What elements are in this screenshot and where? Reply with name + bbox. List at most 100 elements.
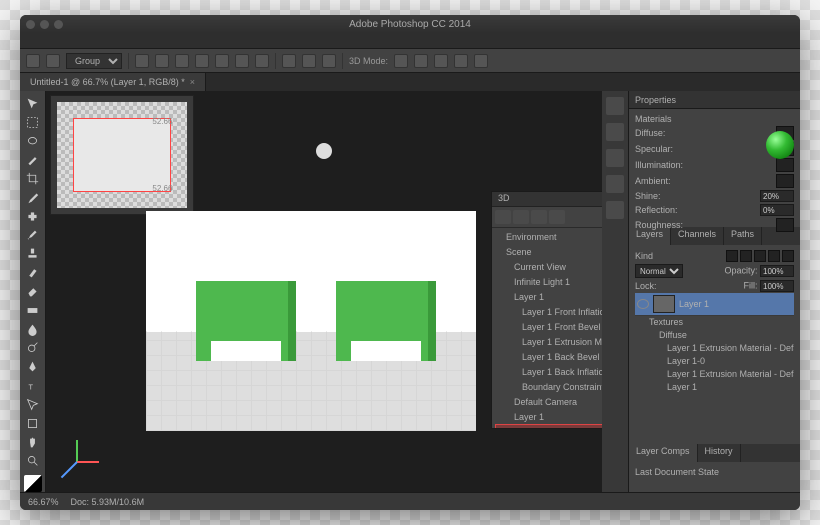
pan3d-icon[interactable] <box>434 54 448 68</box>
lasso-tool[interactable] <box>23 133 43 150</box>
texture-item[interactable]: Layer 1 Extrusion Material - Defaul... <box>649 368 794 381</box>
filter-material-icon[interactable] <box>531 210 547 224</box>
scale3d-icon[interactable] <box>474 54 488 68</box>
filter-adjust-icon[interactable] <box>740 250 752 262</box>
texture-item[interactable]: Layer 1 Extrusion Material - Defaul... <box>649 342 794 355</box>
opacity-input[interactable] <box>760 265 794 277</box>
filter-all-icon[interactable] <box>495 210 511 224</box>
3d-tree-item[interactable]: Boundary Constraint 1 <box>496 380 602 395</box>
adjustments-dock-icon[interactable] <box>606 149 624 167</box>
zoom-level[interactable]: 66.67% <box>28 497 59 507</box>
navigator-viewbox[interactable] <box>73 118 172 192</box>
styles-dock-icon[interactable] <box>606 175 624 193</box>
crop-tool[interactable] <box>23 170 43 187</box>
distribute-icon[interactable] <box>322 54 336 68</box>
align-center-icon[interactable] <box>175 54 189 68</box>
group-select[interactable]: Group <box>66 53 122 69</box>
fill-input[interactable] <box>760 280 794 292</box>
rotate3d-icon[interactable] <box>394 54 408 68</box>
3d-tree-item[interactable]: Layer 1 Front Inflation Material 1 <box>496 425 602 428</box>
filter-pixel-icon[interactable] <box>726 250 738 262</box>
3d-tree-item[interactable]: Infinite Light 1 <box>496 275 602 290</box>
roughness-swatch[interactable] <box>776 218 794 232</box>
stamp-tool[interactable] <box>23 246 43 263</box>
tab-history[interactable]: History <box>698 444 741 462</box>
filter-type-icon[interactable] <box>754 250 766 262</box>
pen-tool[interactable] <box>23 358 43 375</box>
3d-tree-item[interactable]: Layer 1 <box>496 410 602 425</box>
align-left-icon[interactable] <box>155 54 169 68</box>
zoom-tool[interactable] <box>23 452 43 469</box>
align-right-icon[interactable] <box>195 54 209 68</box>
last-doc-state[interactable]: Last Document State <box>635 467 719 477</box>
shape-tool[interactable] <box>23 415 43 432</box>
eraser-tool[interactable] <box>23 283 43 300</box>
layer-thumb[interactable] <box>653 295 675 313</box>
distribute-icon[interactable] <box>282 54 296 68</box>
swatches-dock-icon[interactable] <box>606 123 624 141</box>
filter-shape-icon[interactable] <box>768 250 780 262</box>
auto-select-icon[interactable] <box>46 54 60 68</box>
3d-tree-item[interactable]: Layer 1 Front Inflation Material <box>496 305 602 320</box>
ambient-swatch[interactable] <box>776 174 794 188</box>
navigator-overlay[interactable] <box>50 95 194 215</box>
canvas-area[interactable]: 3D EnvironmentSceneCurrent ViewInfinite … <box>46 91 602 492</box>
3d-tree-item[interactable]: Layer 1 Back Bevel Material <box>496 350 602 365</box>
3d-viewport[interactable] <box>146 211 476 431</box>
layer-row[interactable]: Layer 1 <box>635 293 794 316</box>
move-tool[interactable] <box>23 95 43 112</box>
distribute-icon[interactable] <box>302 54 316 68</box>
axis-gizmo[interactable] <box>76 432 106 462</box>
roll3d-icon[interactable] <box>414 54 428 68</box>
3d-panel[interactable]: 3D EnvironmentSceneCurrent ViewInfinite … <box>491 191 602 429</box>
marquee-tool[interactable] <box>23 114 43 131</box>
heal-tool[interactable] <box>23 208 43 225</box>
document-tab[interactable]: Untitled-1 @ 66.7% (Layer 1, RGB/8) * × <box>20 73 206 91</box>
visibility-icon[interactable] <box>637 299 649 309</box>
shine-input[interactable] <box>760 190 794 202</box>
filter-light-icon[interactable] <box>549 210 565 224</box>
doc-size[interactable]: Doc: 5.93M/10.6M <box>71 497 145 507</box>
reflection-input[interactable] <box>760 204 794 216</box>
gradient-tool[interactable] <box>23 302 43 319</box>
transform-icon[interactable] <box>135 54 149 68</box>
texture-item[interactable]: Layer 1-0 <box>649 355 794 368</box>
close-tab-icon[interactable]: × <box>190 77 195 87</box>
3d-tree-item[interactable]: Environment <box>496 230 602 245</box>
wand-tool[interactable] <box>23 151 43 168</box>
3d-object-1[interactable] <box>196 281 296 361</box>
titlebar[interactable]: Adobe Photoshop CC 2014 <box>20 15 800 33</box>
filter-smart-icon[interactable] <box>782 250 794 262</box>
3d-tab[interactable]: 3D <box>492 192 516 206</box>
blur-tool[interactable] <box>23 321 43 338</box>
eyedropper-tool[interactable] <box>23 189 43 206</box>
brush-tool[interactable] <box>23 227 43 244</box>
sync-badge-icon[interactable] <box>316 143 332 159</box>
3d-tree-item[interactable]: Current View <box>496 260 602 275</box>
filter-mesh-icon[interactable] <box>513 210 529 224</box>
move-tool-icon[interactable] <box>26 54 40 68</box>
3d-tree-item[interactable]: Default Camera <box>496 395 602 410</box>
3d-object-2[interactable] <box>336 281 436 361</box>
align-middle-icon[interactable] <box>235 54 249 68</box>
dodge-tool[interactable] <box>23 340 43 357</box>
libraries-dock-icon[interactable] <box>606 201 624 219</box>
blend-mode-select[interactable]: Normal <box>635 264 683 278</box>
material-preview-icon[interactable] <box>766 131 794 159</box>
tab-layer-comps[interactable]: Layer Comps <box>629 444 698 462</box>
menu-bar[interactable] <box>20 33 800 49</box>
3d-tree-item[interactable]: Layer 1 Extrusion Material <box>496 335 602 350</box>
3d-tree-item[interactable]: Layer 1 Back Inflation Material <box>496 365 602 380</box>
history-brush-tool[interactable] <box>23 264 43 281</box>
align-bottom-icon[interactable] <box>255 54 269 68</box>
3d-tree-item[interactable]: Scene <box>496 245 602 260</box>
hand-tool[interactable] <box>23 434 43 451</box>
3d-tree-item[interactable]: Layer 1 <box>496 290 602 305</box>
color-swatch[interactable] <box>24 475 42 492</box>
slide3d-icon[interactable] <box>454 54 468 68</box>
type-tool[interactable]: T <box>23 377 43 394</box>
3d-tree-item[interactable]: Layer 1 Front Bevel Material <box>496 320 602 335</box>
align-top-icon[interactable] <box>215 54 229 68</box>
color-dock-icon[interactable] <box>606 97 624 115</box>
properties-header[interactable]: Properties <box>629 91 800 109</box>
